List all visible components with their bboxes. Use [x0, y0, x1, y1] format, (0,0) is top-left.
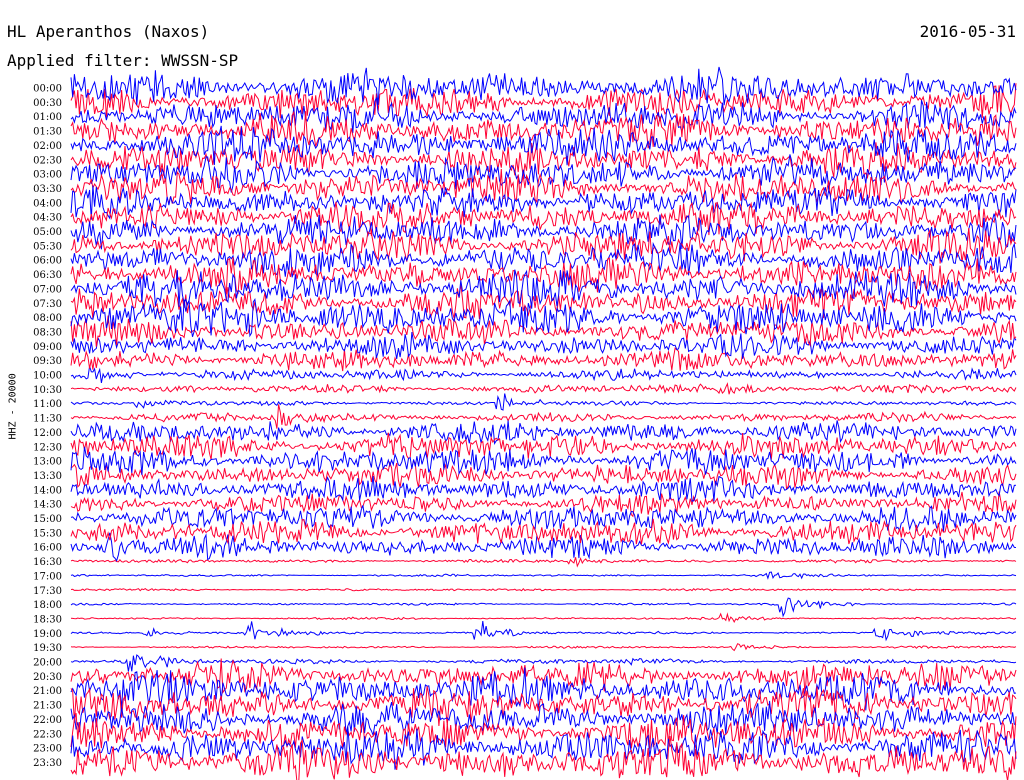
trace-line-0330: [70, 168, 1017, 205]
time-tick-1230: 12:30: [33, 442, 62, 453]
time-tick-0400: 04:00: [33, 198, 62, 209]
time-tick-0900: 09:00: [33, 342, 62, 353]
time-tick-1330: 13:30: [33, 471, 62, 482]
trace-line-2000: [70, 654, 1017, 672]
time-tick-2300: 23:00: [33, 744, 62, 755]
trace-group: [70, 66, 1017, 780]
time-tick-1400: 14:00: [33, 485, 62, 496]
time-tick-2200: 22:00: [33, 715, 62, 726]
trace-line-1700: [70, 571, 1017, 580]
trace-line-1300: [70, 446, 1017, 476]
trace-line-0800: [70, 297, 1017, 338]
time-tick-1830: 18:30: [33, 614, 62, 625]
time-tick-0930: 09:30: [33, 356, 62, 367]
time-tick-0630: 06:30: [33, 270, 62, 281]
trace-line-1830: [70, 612, 1017, 623]
trace-line-1200: [70, 420, 1017, 446]
time-tick-0300: 03:00: [33, 170, 62, 181]
time-tick-0330: 03:30: [33, 184, 62, 195]
time-tick-0100: 01:00: [33, 112, 62, 123]
trace-line-2330: [70, 736, 1017, 780]
seismogram-plot: 17:00 17:30 18:00 18:30 19:00 19:30 16:30 11:00…: [33, 66, 1017, 780]
trace-line-0830: [70, 315, 1017, 347]
time-tick-2100: 21:00: [33, 686, 62, 697]
time-tick-2230: 22:30: [33, 729, 62, 740]
trace-line-1500: [70, 505, 1017, 533]
time-tick-0030: 00:30: [33, 98, 62, 109]
time-tick-1500: 15:00: [33, 514, 62, 525]
time-tick-0500: 05:00: [33, 227, 62, 238]
time-tick-1100: 11:00: [33, 399, 62, 410]
time-tick-2000: 20:00: [33, 658, 62, 669]
time-tick-1300: 13:00: [33, 457, 62, 468]
time-tick-1700: 17:00: [33, 571, 62, 582]
trace-line-1400: [70, 475, 1017, 502]
trace-line-1230: [70, 432, 1017, 460]
trace-line-1530: [70, 518, 1017, 545]
time-tick-0200: 02:00: [33, 141, 62, 152]
time-tick-1530: 15:30: [33, 528, 62, 539]
time-tick-1630: 16:30: [33, 557, 62, 568]
trace-line-2300: [70, 726, 1017, 770]
trace-line-1930: [70, 643, 1017, 652]
time-tick-0230: 02:30: [33, 155, 62, 166]
trace-line-1130: [70, 404, 1017, 429]
time-tick-1000: 10:00: [33, 371, 62, 382]
trace-line-1030: [70, 382, 1017, 395]
time-tick-0530: 05:30: [33, 241, 62, 252]
time-tick-1430: 14:30: [33, 500, 62, 511]
time-tick-1800: 18:00: [33, 600, 62, 611]
time-tick-2030: 20:30: [33, 672, 62, 683]
time-tick-1130: 11:30: [33, 414, 62, 425]
time-tick-1200: 12:00: [33, 428, 62, 439]
trace-line-1100: [70, 393, 1017, 411]
channel-label: HHZ - 20000: [7, 373, 19, 440]
trace-line-0400: [70, 185, 1017, 220]
time-tick-1600: 16:00: [33, 543, 62, 554]
trace-line-1800: [70, 597, 1017, 618]
time-tick-0700: 07:00: [33, 284, 62, 295]
time-tick-0600: 06:00: [33, 256, 62, 267]
trace-line-1000: [70, 365, 1017, 383]
time-tick-1730: 17:30: [33, 586, 62, 597]
trace-line-1730: [70, 587, 1017, 592]
time-tick-0130: 01:30: [33, 127, 62, 138]
time-tick-1930: 19:30: [33, 643, 62, 654]
time-tick-1900: 19:00: [33, 629, 62, 640]
time-axis: 17:00 17:30 18:00 18:30 19:00 19:30 16:30 11:00…: [33, 84, 62, 769]
time-tick-0830: 08:30: [33, 327, 62, 338]
time-tick-0430: 04:30: [33, 213, 62, 224]
trace-line-0930: [70, 347, 1017, 372]
trace-line-1630: [70, 557, 1017, 568]
time-tick-1030: 10:30: [33, 385, 62, 396]
filter-label: Applied filter: WWSSN-SP: [7, 51, 239, 70]
time-tick-2330: 23:30: [33, 758, 62, 769]
time-tick-2130: 21:30: [33, 701, 62, 712]
trace-line-1900: [70, 620, 1017, 642]
time-tick-0730: 07:30: [33, 299, 62, 310]
time-tick-0000: 00:00: [33, 84, 62, 95]
time-tick-0800: 08:00: [33, 313, 62, 324]
